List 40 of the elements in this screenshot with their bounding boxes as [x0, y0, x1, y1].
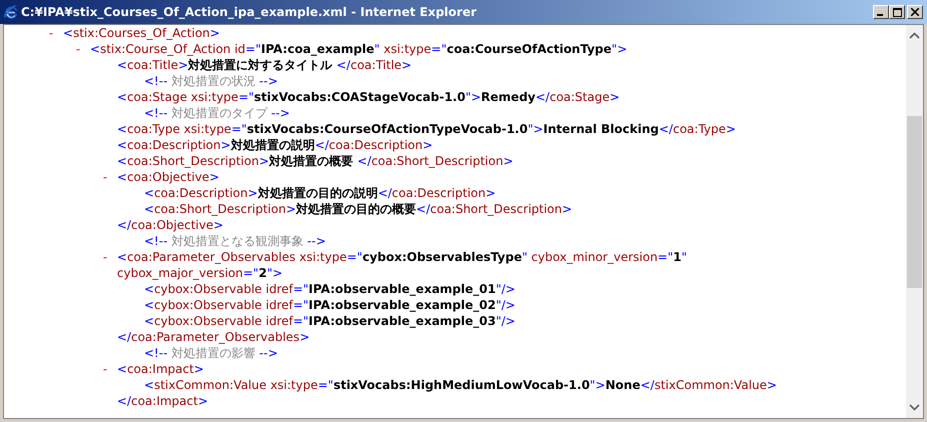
xml-line: <cybox:Observable idref="IPA:observable_example_03"/> — [144, 314, 516, 328]
collapse-toggle[interactable]: - — [76, 42, 90, 56]
browser-logo-icon — [3, 4, 19, 20]
xml-line: </coa:Impact> — [117, 394, 208, 408]
xml-line: <!-- 対処措置となる観測事象 --> — [144, 232, 326, 250]
maximize-button[interactable] — [889, 5, 905, 19]
scroll-down-icon[interactable] — [909, 404, 920, 411]
xml-line: <coa:Description>対処措置の説明</coa:Description> — [117, 136, 433, 154]
scrollbar-thumb[interactable] — [907, 116, 922, 288]
xml-line: <!-- 対処措置のタイプ --> — [144, 104, 290, 122]
xml-line: <coa:Title>対処措置に対するタイトル </coa:Title> — [117, 56, 412, 74]
maximize-icon — [892, 8, 902, 16]
collapse-toggle[interactable]: - — [49, 26, 63, 40]
window-title: C:¥IPA¥stix_Courses_Of_Action_ipa_example.xml - Internet Explorer — [21, 5, 478, 19]
xml-line: cybox_major_version="2"> — [117, 266, 283, 280]
xml-line: <stix:Courses_Of_Action> — [63, 26, 220, 40]
xml-line: <coa:Impact> — [117, 362, 204, 376]
close-icon — [911, 8, 919, 16]
xml-line: <!-- 対処措置の状況 --> — [144, 72, 278, 90]
xml-line: <cybox:Observable idref="IPA:observable_example_02"/> — [144, 298, 516, 312]
xml-line: <coa:Type xsi:type="stixVocabs:CourseOfActionTypeVocab-1.0">Internal Blocking</coa:Type> — [117, 122, 736, 136]
xml-line: <coa:Stage xsi:type="stixVocabs:COAStageVocab-1.0">Remedy</coa:Stage> — [117, 90, 620, 104]
xml-line: <coa:Short_Description>対処措置の目的の概要</coa:Short_Description> — [144, 200, 572, 218]
collapse-toggle[interactable]: - — [103, 170, 117, 184]
minimize-button[interactable] — [873, 5, 889, 19]
xml-line: <cybox:Observable idref="IPA:observable_example_01"/> — [144, 282, 516, 296]
scroll-up-icon[interactable] — [909, 32, 920, 39]
collapse-toggle[interactable]: - — [103, 250, 117, 264]
close-button[interactable] — [907, 5, 923, 19]
xml-line: <stix:Course_Of_Action id="IPA:coa_example" xsi:type="coa:CourseOfActionType"> — [90, 42, 628, 56]
xml-line: </coa:Objective> — [117, 218, 224, 232]
xml-line: <coa:Parameter_Observables xsi:type="cybox:ObservablesType" cybox_minor_version="1" — [117, 250, 688, 264]
vertical-scrollbar[interactable] — [906, 25, 923, 418]
xml-line: <!-- 対処措置の影響 --> — [144, 344, 278, 362]
xml-line: <stixCommon:Value xsi:type="stixVocabs:HighMediumLowVocab-1.0">None</stixCommon:Value> — [144, 378, 777, 392]
collapse-toggle[interactable]: - — [103, 362, 117, 376]
xml-line: <coa:Description>対処措置の目的の説明</coa:Description> — [144, 184, 496, 202]
xml-line: <coa:Objective> — [117, 170, 220, 184]
xml-line: </coa:Parameter_Observables> — [117, 330, 310, 344]
xml-line: <coa:Short_Description>対処措置の概要 </coa:Short_Description> — [117, 152, 514, 170]
